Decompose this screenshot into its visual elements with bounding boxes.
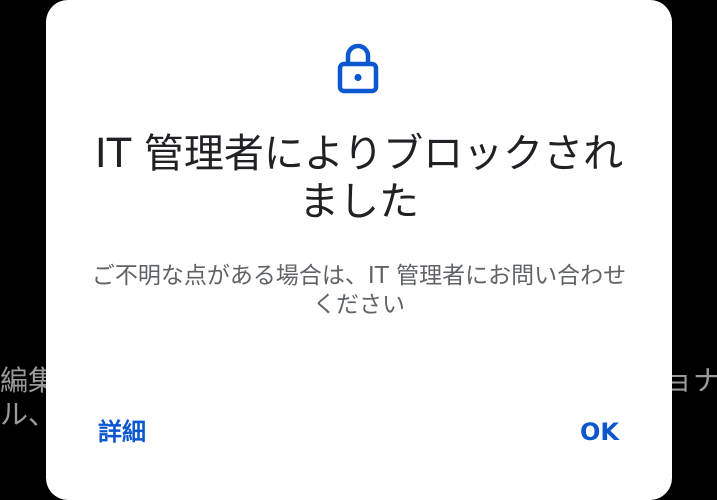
lock-icon <box>337 43 379 94</box>
ok-button[interactable]: OK <box>580 414 619 450</box>
dialog-title: IT 管理者によりブロックされました <box>94 131 624 225</box>
dialog-message: ご不明な点がある場合は、IT 管理者にお問い合わせください <box>91 263 627 318</box>
background-text-right-1: ョナ <box>665 364 717 397</box>
blocked-dialog: IT 管理者によりブロックされました ご不明な点がある場合は、IT 管理者にお問… <box>46 0 672 500</box>
details-button[interactable]: 詳細 <box>98 414 146 450</box>
